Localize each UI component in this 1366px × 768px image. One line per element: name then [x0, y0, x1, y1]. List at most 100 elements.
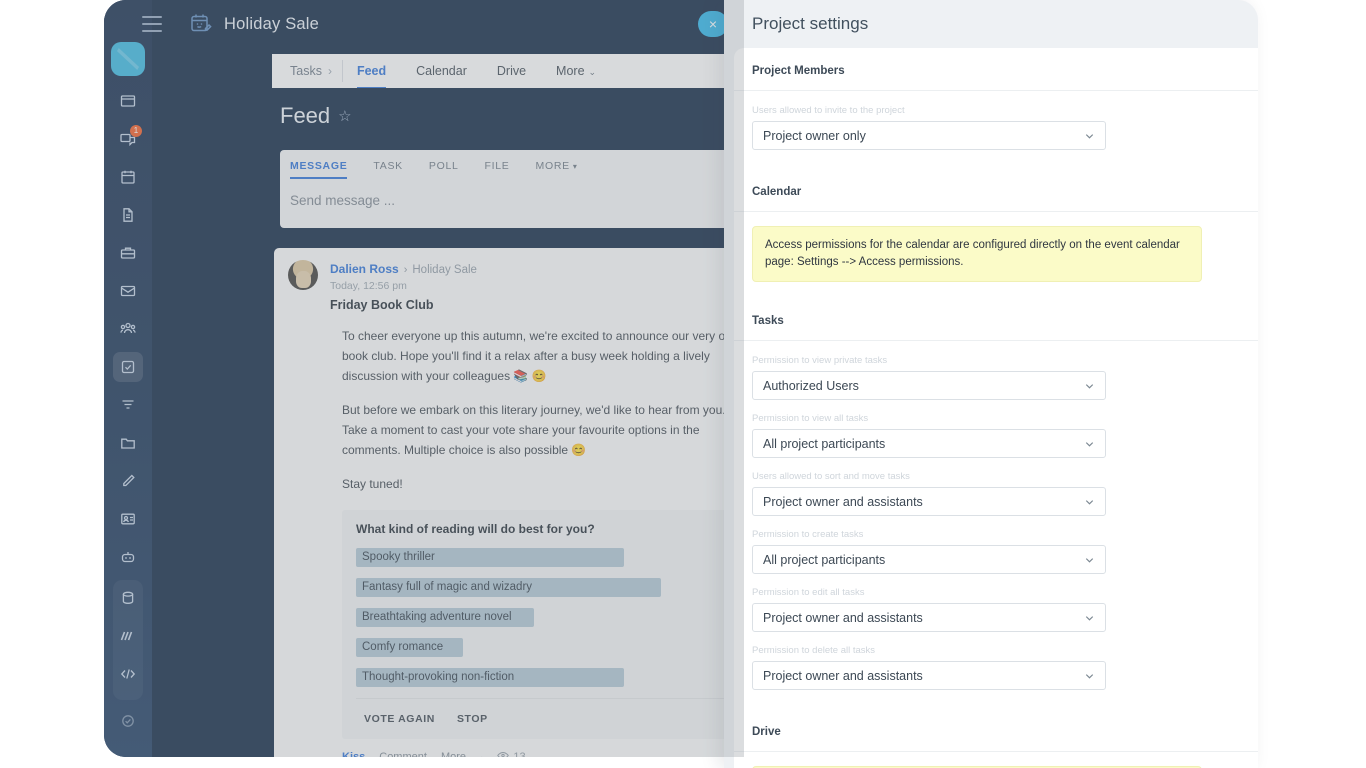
settings-card[interactable]: Project Members Users allowed to invite … [734, 48, 1258, 768]
composer-tab-file[interactable]: FILE [485, 160, 510, 179]
sidebar-item-database-icon[interactable] [113, 583, 143, 613]
sidebar-item-group-icon[interactable] [113, 314, 143, 344]
comment-button[interactable]: Comment [379, 751, 427, 757]
poll-option[interactable]: Comfy romance [356, 638, 730, 657]
section-heading: Calendar [734, 169, 1258, 212]
select-delete-all-tasks[interactable]: Project owner and assistants [752, 661, 1106, 690]
post-group-name[interactable]: Holiday Sale [412, 264, 477, 276]
breadcrumb[interactable]: Tasks [290, 64, 322, 78]
post-author-name[interactable]: Dalien Ross [330, 262, 399, 276]
post-separator-icon: › [403, 264, 408, 276]
sidebar-dev-group [113, 580, 143, 700]
poll-option-label: Comfy romance [362, 641, 444, 653]
chevron-down-icon [1084, 554, 1095, 565]
poll-option-label: Thought-provoking non-fiction [362, 671, 515, 683]
composer-tabs: MESSAGE TASK POLL FILE MORE ▾ [280, 150, 744, 179]
view-count-value: 13 [513, 751, 526, 757]
post-author-avatar[interactable] [288, 260, 318, 290]
chevron-down-icon [1084, 438, 1095, 449]
poll-widget: What kind of reading will do best for yo… [342, 510, 744, 739]
sidebar-item-chat-icon[interactable]: 1 [113, 124, 143, 154]
tab-more-label: More [556, 64, 585, 78]
composer-tab-more[interactable]: MORE ▾ [536, 160, 578, 179]
settings-header: Project settings [724, 0, 1258, 48]
sidebar-item-circle-icon[interactable] [113, 706, 143, 736]
sidebar-item-tasks-icon[interactable] [113, 352, 143, 382]
poll-question: What kind of reading will do best for yo… [356, 522, 595, 536]
chevron-down-icon [1084, 612, 1095, 623]
poll-option[interactable]: Breathtaking adventure novel [356, 608, 730, 627]
section-heading: Drive [734, 709, 1258, 752]
reaction-button[interactable]: Kiss [342, 751, 365, 757]
poll-option[interactable]: Spooky thriller [356, 548, 730, 567]
select-create-tasks[interactable]: All project participants [752, 545, 1106, 574]
field-label: Permission to create tasks [752, 529, 864, 540]
star-icon[interactable]: ☆ [338, 107, 351, 125]
post-paragraph-2: But before we embark on this literary jo… [342, 403, 726, 457]
sidebar-item-contacts-icon[interactable] [113, 504, 143, 534]
composer-tab-message[interactable]: MESSAGE [290, 160, 348, 179]
select-value: All project participants [763, 436, 886, 451]
field-create-tasks: Permission to create tasks All project p… [752, 529, 1240, 574]
sidebar-item-code-icon[interactable] [113, 659, 143, 689]
sidebar-item-slashes-icon[interactable] [113, 621, 143, 651]
field-invite-permission: Users allowed to invite to the project P… [752, 105, 1240, 150]
avatar[interactable] [111, 42, 145, 76]
select-value: Authorized Users [763, 378, 859, 393]
feed-post: Dalien Ross › Holiday Sale Today, 12:56 pm… [274, 248, 744, 757]
sidebar-item-mail-icon[interactable] [113, 276, 143, 306]
feed-header: Feed ☆ [272, 88, 744, 144]
sidebar-item-robot-icon[interactable] [113, 542, 143, 572]
section-drive: Drive To edit the Drive access permissio… [734, 709, 1258, 768]
select-view-private-tasks[interactable]: Authorized Users [752, 371, 1106, 400]
tab-divider [341, 60, 343, 82]
more-button[interactable]: More [441, 751, 466, 757]
calendar-notice: Access permissions for the calendar are … [752, 226, 1202, 282]
poll-option[interactable]: Thought-provoking non-fiction [356, 668, 730, 687]
message-input[interactable]: Send message ... [280, 179, 744, 208]
sidebar-item-folder-icon[interactable] [113, 428, 143, 458]
poll-option-label: Breathtaking adventure novel [362, 611, 512, 623]
sidebar-item-briefcase-icon[interactable] [113, 238, 143, 268]
sidebar-item-calendar-icon[interactable] [113, 162, 143, 192]
post-meta: Dalien Ross › Holiday Sale Today, 12:56 pm… [330, 260, 477, 312]
tab-more[interactable]: More ⌄ [556, 58, 596, 84]
breadcrumb-separator-icon: › [327, 64, 332, 78]
sidebar-item-pen-icon[interactable] [113, 466, 143, 496]
select-invite-permission[interactable]: Project owner only [752, 121, 1106, 150]
sidebar-item-document-icon[interactable] [113, 200, 143, 230]
select-value: Project owner only [763, 128, 866, 143]
feed-title: Feed [280, 103, 331, 128]
select-view-all-tasks[interactable]: All project participants [752, 429, 1106, 458]
view-count: 13 [497, 751, 526, 757]
section-heading: Tasks [734, 298, 1258, 341]
vote-again-button[interactable]: VOTE AGAIN [364, 713, 435, 725]
stop-poll-button[interactable]: STOP [457, 713, 488, 725]
post-subject: Friday Book Club [330, 298, 434, 312]
sidebar-item-news-icon[interactable] [113, 86, 143, 116]
field-label: Permission to view all tasks [752, 413, 869, 424]
caret-down-icon: ▾ [572, 162, 578, 171]
select-edit-all-tasks[interactable]: Project owner and assistants [752, 603, 1106, 632]
composer-tab-poll[interactable]: POLL [429, 160, 459, 179]
tab-drive[interactable]: Drive [497, 58, 526, 84]
tab-calendar[interactable]: Calendar [416, 58, 467, 84]
hamburger-icon[interactable] [142, 16, 162, 32]
select-sort-move-tasks[interactable]: Project owner and assistants [752, 487, 1106, 516]
poll-actions: VOTE AGAIN STOP [356, 699, 730, 739]
tab-feed[interactable]: Feed [356, 58, 387, 89]
composer-tab-task[interactable]: TASK [373, 160, 402, 179]
select-value: All project participants [763, 552, 886, 567]
page-title: Holiday Sale [224, 14, 320, 33]
chevron-down-icon [1084, 496, 1095, 507]
sidebar-icon-rail: 1 [104, 0, 152, 757]
field-edit-all-tasks: Permission to edit all tasks Project own… [752, 587, 1240, 632]
field-delete-all-tasks: Permission to delete all tasks Project o… [752, 645, 1240, 690]
poll-option[interactable]: Fantasy full of magic and wizadry [356, 578, 730, 597]
post-footer: Kiss Comment More · 13 😊 [342, 751, 744, 757]
post-paragraph-3: Stay tuned! [342, 477, 403, 491]
section-tasks: Tasks Permission to view private tasks A… [734, 298, 1258, 709]
sidebar-item-filter-icon[interactable] [113, 390, 143, 420]
section-body: Permission to view private tasks Authori… [734, 341, 1258, 709]
settings-title: Project settings [752, 14, 869, 33]
